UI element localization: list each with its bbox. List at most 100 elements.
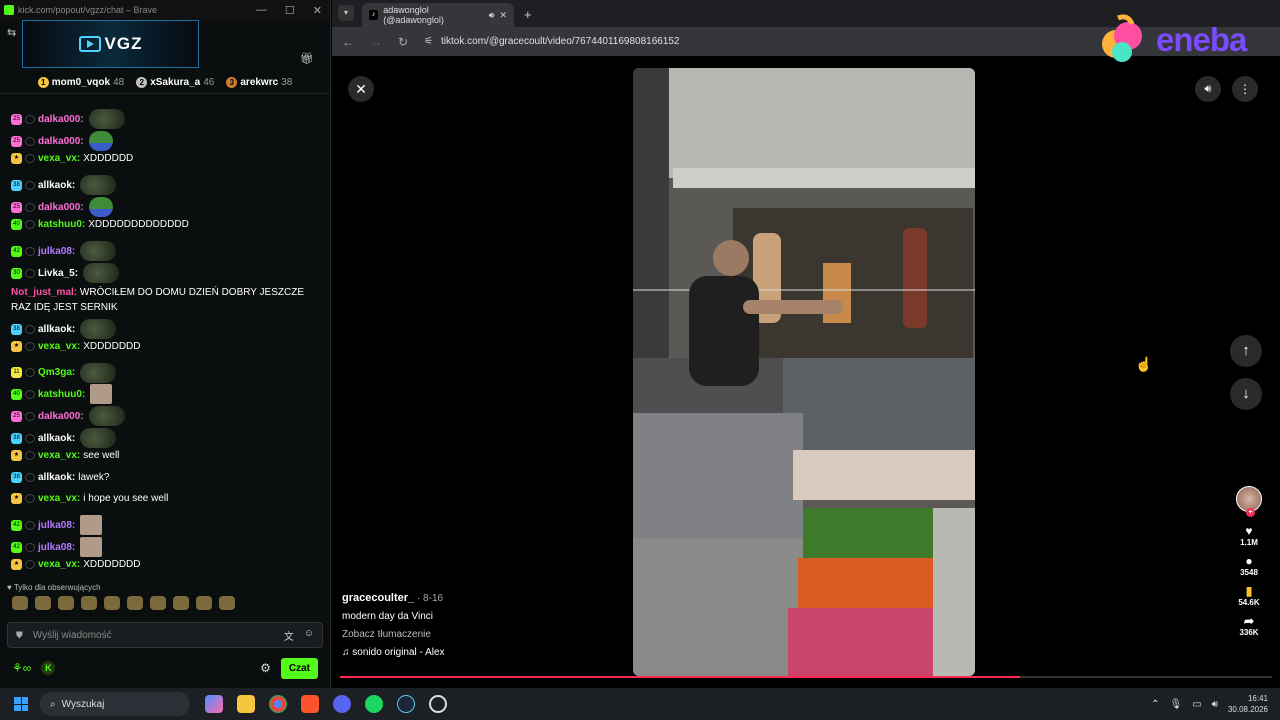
send-chat-button[interactable]: Czat bbox=[280, 657, 318, 679]
emote-button[interactable] bbox=[12, 596, 28, 610]
chat-message[interactable]: 42 julka08: bbox=[11, 515, 103, 536]
back-icon[interactable]: ← bbox=[342, 35, 354, 49]
chat-message[interactable]: 38 allkaok: bbox=[11, 319, 117, 339]
share-action[interactable]: ➦ 336K bbox=[1239, 614, 1258, 637]
taskbar-search[interactable]: ⌕ Wyszukaj bbox=[40, 692, 190, 716]
speaker-icon[interactable]: 🔊︎ bbox=[1212, 699, 1218, 710]
like-action[interactable]: ♥ 1.1M bbox=[1240, 524, 1258, 547]
chat-message[interactable]: 30 Livka_5: bbox=[11, 263, 120, 283]
steam-icon[interactable] bbox=[397, 695, 415, 713]
chrome-icon[interactable] bbox=[269, 695, 287, 713]
chat-username[interactable]: dalka000: bbox=[38, 114, 84, 125]
chat-username[interactable]: julka08: bbox=[38, 246, 75, 257]
chat-username[interactable]: Qm3ga: bbox=[38, 367, 75, 378]
file-explorer-icon[interactable] bbox=[237, 695, 255, 713]
chat-message[interactable]: 25 dalka000: bbox=[11, 406, 125, 427]
reload-icon[interactable]: ↻ bbox=[398, 35, 408, 49]
emote-button[interactable] bbox=[81, 596, 97, 610]
emote-button[interactable] bbox=[150, 596, 166, 610]
forward-icon[interactable]: → bbox=[370, 35, 382, 49]
chat-username[interactable]: dalka000: bbox=[38, 136, 84, 147]
emote-button[interactable] bbox=[127, 596, 143, 610]
chat-username[interactable]: katshuu0: bbox=[38, 219, 85, 230]
url-field[interactable]: ⚟ tiktok.com/@gracecoult/video/767440116… bbox=[424, 36, 679, 47]
brave-icon[interactable] bbox=[301, 695, 319, 713]
collapse-icon[interactable]: ⇆ bbox=[7, 26, 16, 39]
chat-username[interactable]: dalka000: bbox=[38, 202, 84, 213]
video-username[interactable]: gracecoulter_ bbox=[342, 592, 414, 604]
leader-entry[interactable]: 3 arekwrc 38 bbox=[226, 77, 292, 88]
leader-entry[interactable]: 2 xSakura_a 46 bbox=[136, 77, 214, 88]
close-icon[interactable]: ✕ bbox=[313, 4, 322, 17]
emote-button[interactable] bbox=[173, 596, 189, 610]
tab-audio-icon[interactable]: 🔊︎ bbox=[489, 10, 495, 21]
chat-username[interactable]: Not_just_mal: bbox=[11, 287, 77, 298]
app-icon[interactable] bbox=[429, 695, 447, 713]
chat-message[interactable]: 40 katshuu0: XDDDDDDDDDDDDD bbox=[11, 219, 189, 230]
chat-message[interactable]: 25 dalka000: bbox=[11, 109, 125, 129]
chat-username[interactable]: dalka000: bbox=[38, 411, 84, 422]
emote-button[interactable] bbox=[58, 596, 74, 610]
network-icon[interactable]: ▭ bbox=[1192, 699, 1201, 710]
chat-message[interactable]: 42 julka08: bbox=[11, 537, 103, 557]
next-video-button[interactable]: ↓ bbox=[1230, 378, 1262, 410]
chat-username[interactable]: allkaok: bbox=[38, 433, 75, 444]
chat-username[interactable]: allkaok: bbox=[38, 180, 75, 191]
leader-entry[interactable]: 1 mom0_vqok 48 bbox=[37, 77, 124, 88]
chat-message[interactable]: 25 dalka000: bbox=[11, 197, 113, 217]
chat-username[interactable]: vexa_vx: bbox=[38, 450, 80, 461]
chat-username[interactable]: katshuu0: bbox=[38, 389, 85, 400]
emote-button[interactable] bbox=[196, 596, 212, 610]
settings-gear-icon[interactable]: ⚙ bbox=[260, 661, 271, 675]
chat-username[interactable]: julka08: bbox=[38, 520, 75, 531]
chat-username[interactable]: vexa_vx: bbox=[38, 493, 80, 504]
more-options-button[interactable]: ⋮ bbox=[1232, 76, 1258, 102]
chat-message[interactable]: ★ vexa_vx: see well bbox=[11, 449, 119, 461]
comment-action[interactable]: ● 3548 bbox=[1240, 554, 1258, 577]
clock[interactable]: 16:41 30.08.2026 bbox=[1228, 693, 1268, 715]
maximize-icon[interactable]: ☐ bbox=[285, 4, 295, 17]
chat-username[interactable]: vexa_vx: bbox=[38, 559, 80, 570]
close-video-button[interactable]: ✕ bbox=[348, 76, 374, 102]
microphone-icon[interactable]: 🎙︎ bbox=[1169, 699, 1182, 710]
translate-icon[interactable]: 文 bbox=[284, 628, 294, 643]
chat-message[interactable]: 38 allkaok: lawek? bbox=[11, 471, 109, 483]
tab-close-icon[interactable]: ✕ bbox=[499, 10, 507, 21]
chat-message[interactable]: ★ vexa_vx: XDDDDDDD bbox=[11, 558, 141, 570]
chat-message[interactable]: 11 Qm3ga: bbox=[11, 362, 117, 383]
chat-input[interactable]: ⛊ Wyślij wiadomość 文 ☺ bbox=[7, 622, 323, 648]
new-tab-icon[interactable]: + bbox=[524, 7, 532, 22]
discord-icon[interactable] bbox=[333, 695, 351, 713]
chat-message[interactable]: 42 julka08: bbox=[11, 241, 117, 261]
chat-message[interactable]: 40 katshuu0: bbox=[11, 384, 113, 405]
chat-username[interactable]: allkaok: bbox=[38, 324, 75, 335]
emote-button[interactable] bbox=[219, 596, 235, 610]
chat-message-long[interactable]: Not_just_mal: WRÓCIŁEM DO DOMU DZIEŃ DOB… bbox=[11, 285, 311, 315]
previous-video-button[interactable]: ↑ bbox=[1230, 335, 1262, 367]
translate-link[interactable]: Zobacz tłumaczenie bbox=[342, 629, 445, 640]
video-progress-bar[interactable] bbox=[340, 676, 1272, 678]
chat-message[interactable]: ★ vexa_vx: XDDDDDD bbox=[11, 153, 133, 164]
spotify-icon[interactable] bbox=[365, 695, 383, 713]
tray-expand-icon[interactable]: ⌃ bbox=[1151, 699, 1159, 710]
copilot-icon[interactable] bbox=[205, 695, 223, 713]
video-player[interactable] bbox=[633, 68, 975, 676]
save-action[interactable]: ▮ 54.6K bbox=[1238, 584, 1259, 607]
windows-start-icon[interactable] bbox=[14, 697, 28, 711]
chat-message[interactable]: ★ vexa_vx: i hope you see well bbox=[11, 493, 168, 505]
emoji-icon[interactable]: ☺ bbox=[304, 628, 314, 643]
chat-username[interactable]: Livka_5: bbox=[38, 268, 78, 279]
tab-tiktok[interactable]: ♪ adawonglol (@adawonglol) 🔊︎ ✕ bbox=[362, 3, 514, 27]
volume-button[interactable]: 🔊︎ bbox=[1195, 76, 1221, 102]
minimize-icon[interactable]: — bbox=[256, 4, 267, 17]
emote-button[interactable] bbox=[104, 596, 120, 610]
tab-search-icon[interactable]: ▾ bbox=[338, 5, 354, 21]
points-icon[interactable]: ⚘∞ bbox=[12, 661, 31, 675]
chat-username[interactable]: vexa_vx: bbox=[38, 153, 80, 164]
chat-username[interactable]: allkaok: bbox=[38, 472, 75, 483]
kick-logo-icon[interactable]: K bbox=[41, 661, 56, 675]
chat-message[interactable]: 38 allkaok: bbox=[11, 428, 117, 448]
video-sound[interactable]: sonido original - Alex bbox=[352, 647, 444, 658]
emote-button[interactable] bbox=[35, 596, 51, 610]
creator-avatar[interactable] bbox=[1236, 486, 1262, 517]
